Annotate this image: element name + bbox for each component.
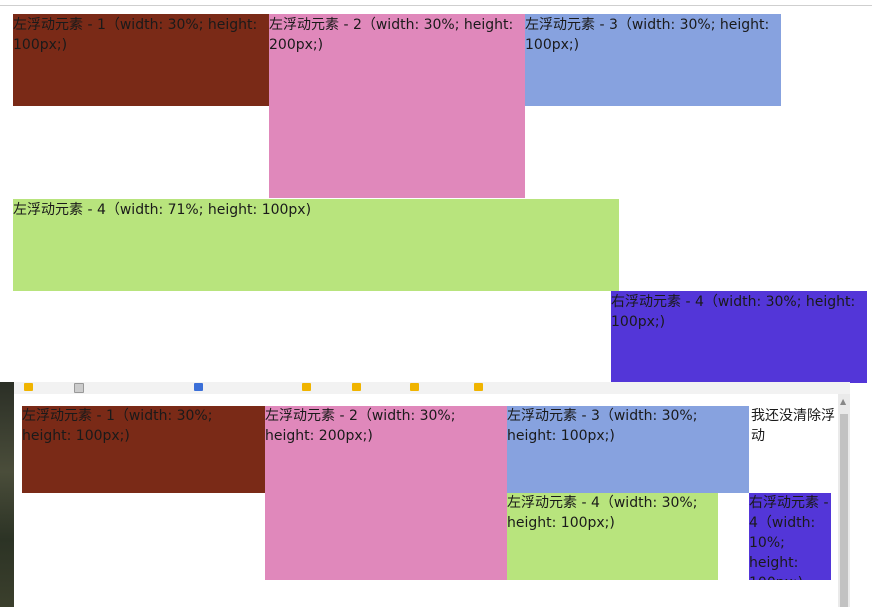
folder-icon[interactable] <box>24 383 33 391</box>
top-float-box-3: 左浮动元素 - 3（width: 30%; height: 100px;) <box>525 14 781 106</box>
vertical-scrollbar[interactable]: ▲ <box>838 394 850 607</box>
top-right-float-box-4: 右浮动元素 - 4（width: 30%; height: 100px;) <box>611 291 867 383</box>
top-float-box-3-label: 左浮动元素 - 3（width: 30%; height: 100px;) <box>525 17 770 53</box>
desktop-wallpaper-strip <box>0 382 14 607</box>
bottom-float-box-3-label: 左浮动元素 - 3（width: 30%; height: 100px;) <box>507 408 698 444</box>
page-icon[interactable] <box>74 383 84 393</box>
bottom-float-box-4-label: 左浮动元素 - 4（width: 30%; height: 100px;) <box>507 495 698 531</box>
bottom-float-box-3: 左浮动元素 - 3（width: 30%; height: 100px;) <box>507 406 749 493</box>
top-divider <box>0 5 872 6</box>
scrollbar-thumb[interactable] <box>840 414 848 607</box>
top-float-box-4-label: 左浮动元素 - 4（width: 71%; height: 100px) <box>13 202 312 218</box>
baidu-icon[interactable] <box>194 383 203 391</box>
folder-icon[interactable] <box>410 383 419 391</box>
top-float-box-2: 左浮动元素 - 2（width: 30%; height: 200px;) <box>269 14 525 198</box>
bottom-float-box-1: 左浮动元素 - 1（width: 30%; height: 100px;) <box>22 406 265 493</box>
bottom-float-box-4: 左浮动元素 - 4（width: 30%; height: 100px;) <box>507 493 718 580</box>
top-float-box-1: 左浮动元素 - 1（width: 30%; height: 100px;) <box>13 14 269 106</box>
uncleared-float-text-label: 我还没清除浮动 <box>751 408 835 444</box>
bottom-float-box-2-label: 左浮动元素 - 2（width: 30%; height: 200px;) <box>265 408 456 444</box>
bottom-float-box-1-label: 左浮动元素 - 1（width: 30%; height: 100px;) <box>22 408 213 444</box>
folder-icon[interactable] <box>352 383 361 391</box>
top-right-float-box-4-label: 右浮动元素 - 4（width: 30%; height: 100px;) <box>611 294 856 330</box>
bookmarks-bar <box>14 382 850 394</box>
top-float-box-2-label: 左浮动元素 - 2（width: 30%; height: 200px;) <box>269 17 514 53</box>
bottom-float-box-2: 左浮动元素 - 2（width: 30%; height: 200px;) <box>265 406 507 580</box>
folder-icon[interactable] <box>302 383 311 391</box>
bottom-right-float-box-4-label: 右浮动元素 - 4（width: 10%; height: 100px;) <box>749 495 829 580</box>
uncleared-float-text: 我还没清除浮动 <box>751 406 835 466</box>
folder-icon[interactable] <box>474 383 483 391</box>
scroll-up-arrow-icon[interactable]: ▲ <box>840 398 846 406</box>
bottom-right-float-box-4: 右浮动元素 - 4（width: 10%; height: 100px;) <box>749 493 831 580</box>
top-float-box-4: 左浮动元素 - 4（width: 71%; height: 100px) <box>13 199 619 291</box>
top-float-box-1-label: 左浮动元素 - 1（width: 30%; height: 100px;) <box>13 17 258 53</box>
